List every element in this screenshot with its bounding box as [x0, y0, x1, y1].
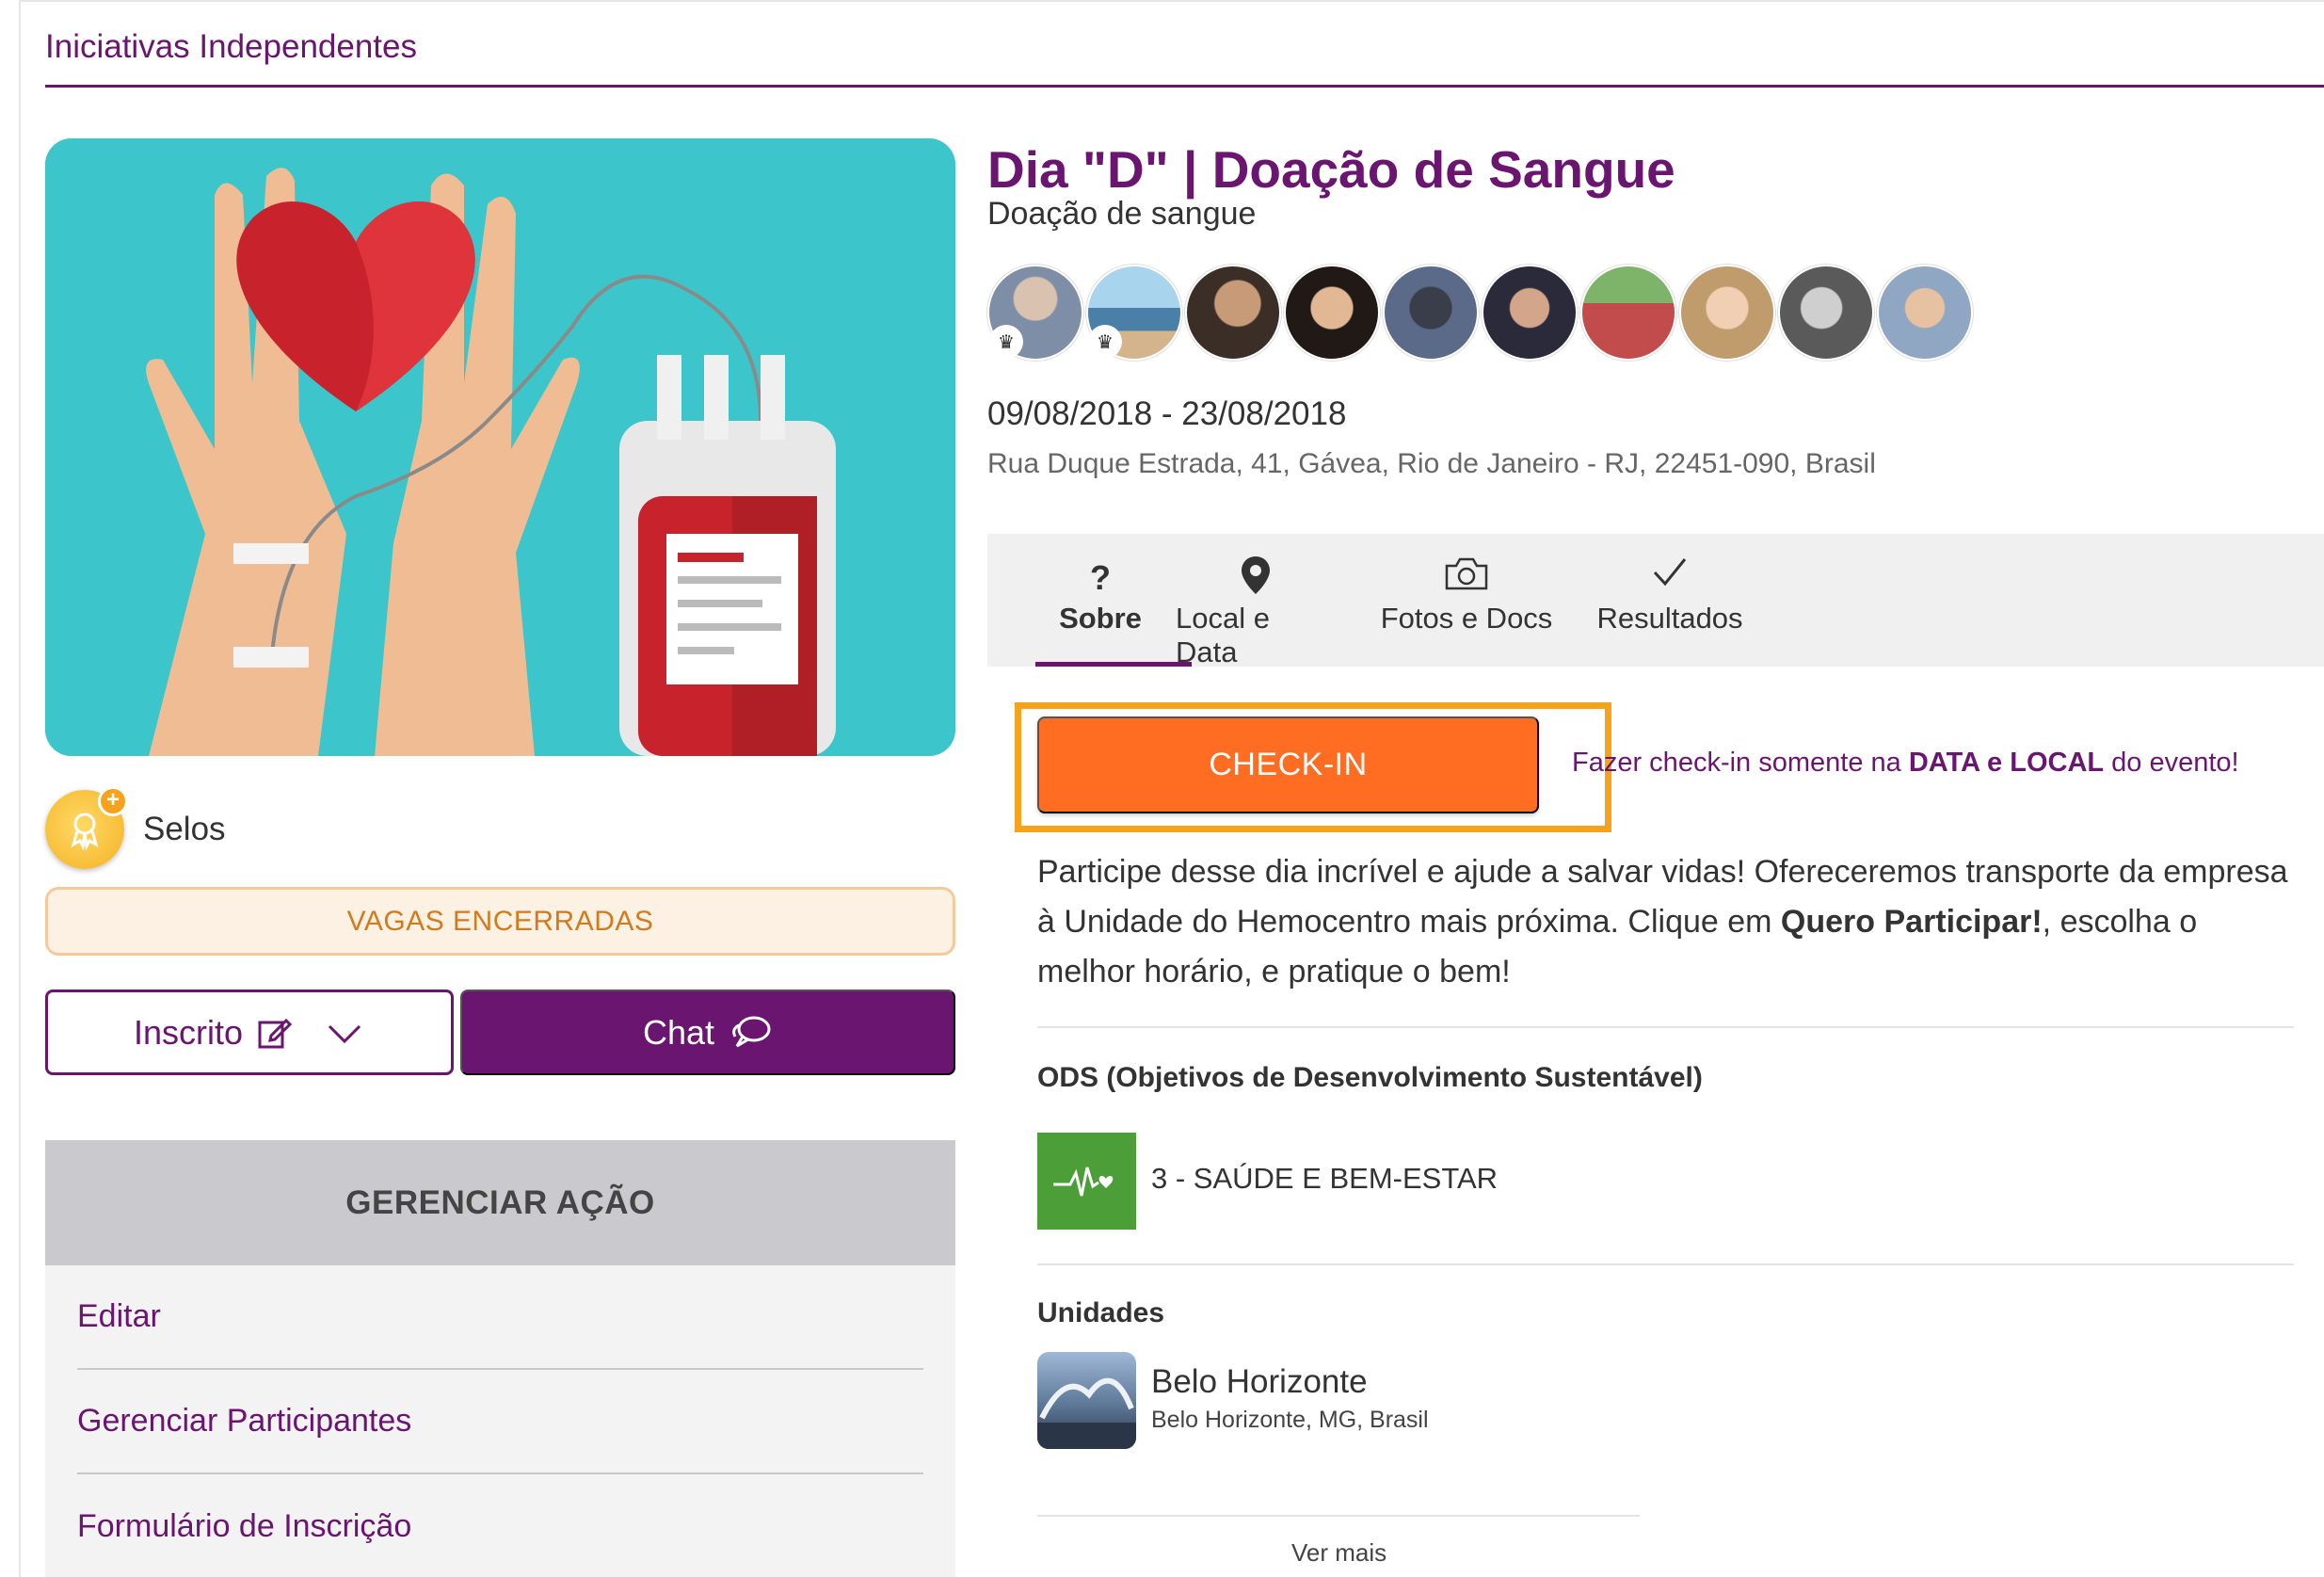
- gerenciar-participantes-link[interactable]: Gerenciar Participantes: [77, 1370, 923, 1474]
- active-tab-indicator: [1035, 662, 1192, 667]
- ods-heading: ODS (Objetivos de Desenvolvimento Susten…: [1037, 1062, 1703, 1093]
- tab-label: Fotos e Docs: [1380, 602, 1553, 635]
- inscrito-dropdown-button[interactable]: Inscrito: [45, 990, 454, 1075]
- award-ribbon-icon: [71, 813, 99, 850]
- breadcrumb-title[interactable]: Iniciativas Independentes: [45, 28, 417, 66]
- heartbeat-icon: [1037, 1133, 1136, 1230]
- tab-label: Sobre: [1059, 602, 1142, 635]
- event-tabs: ? Sobre Local e Data Fotos e Docs Result…: [987, 534, 2324, 669]
- avatar[interactable]: [1580, 265, 1676, 361]
- section-divider: [1037, 1026, 2294, 1028]
- badge-icon[interactable]: +: [45, 786, 128, 869]
- ver-mais-link[interactable]: Ver mais: [1291, 1538, 1386, 1568]
- crown-icon: ♛: [989, 325, 1023, 359]
- tab-fotos-e-docs[interactable]: Fotos e Docs: [1377, 555, 1556, 636]
- tab-label: Local e Data: [1176, 602, 1270, 668]
- ods-item-label: 3 - SAÚDE E BEM-ESTAR: [1151, 1162, 1499, 1195]
- edit-icon: [258, 1018, 293, 1048]
- event-subtitle: Doação de sangue: [987, 196, 1257, 232]
- avatar[interactable]: [1185, 265, 1281, 361]
- avatar[interactable]: [1284, 265, 1380, 361]
- event-hero-image: [45, 138, 955, 756]
- blood-donation-illustration: [45, 138, 955, 756]
- tab-sobre[interactable]: ? Sobre: [1044, 555, 1157, 636]
- avatar[interactable]: [1778, 265, 1874, 361]
- add-badge-icon[interactable]: +: [98, 786, 128, 816]
- avatar[interactable]: ♛: [1086, 265, 1182, 361]
- section-divider: [1037, 1263, 2294, 1265]
- unidades-heading: Unidades: [1037, 1297, 1165, 1328]
- tab-label: Resultados: [1596, 602, 1743, 635]
- event-title: Dia "D" | Doação de Sangue: [987, 140, 1675, 199]
- vagas-encerradas-banner: VAGAS ENCERRADAS: [45, 887, 955, 956]
- unit-thumbnail[interactable]: [1037, 1352, 1136, 1449]
- crown-icon: ♛: [1088, 325, 1122, 359]
- checkmark-icon: [1651, 555, 1689, 602]
- event-dates: 09/08/2018 - 23/08/2018: [987, 395, 1347, 432]
- question-mark-icon: ?: [1090, 558, 1111, 597]
- checkin-note: Fazer check-in somente na DATA e LOCAL d…: [1572, 748, 2239, 778]
- editar-link[interactable]: Editar: [77, 1265, 923, 1370]
- chat-bubbles-icon: [732, 1016, 771, 1047]
- header-divider: [45, 85, 2324, 88]
- camera-icon: [1443, 555, 1490, 602]
- selos-section[interactable]: + Selos: [45, 786, 226, 871]
- unit-name[interactable]: Belo Horizonte: [1151, 1363, 1368, 1401]
- tab-local-e-data[interactable]: Local e Data: [1176, 555, 1336, 669]
- avatar[interactable]: [1877, 265, 1973, 361]
- selos-label: Selos: [143, 811, 226, 847]
- event-address: Rua Duque Estrada, 41, Gávea, Rio de Jan…: [987, 448, 1876, 479]
- inscrito-label: Inscrito: [133, 1012, 244, 1052]
- avatar[interactable]: [1383, 265, 1479, 361]
- section-divider: [1037, 1515, 1640, 1517]
- avatar[interactable]: [1679, 265, 1775, 361]
- chat-button[interactable]: Chat: [460, 990, 955, 1075]
- checkin-button[interactable]: CHECK-IN: [1037, 716, 1539, 813]
- unit-location: Belo Horizonte, MG, Brasil: [1151, 1407, 1429, 1433]
- tab-resultados[interactable]: Resultados: [1590, 555, 1750, 636]
- formulario-inscricao-link[interactable]: Formulário de Inscrição: [77, 1474, 923, 1577]
- event-description: Participe desse dia incrível e ajude a s…: [1037, 854, 2288, 990]
- participant-avatars: ♛ ♛: [987, 265, 1976, 362]
- chevron-down-icon: [328, 1024, 361, 1043]
- avatar[interactable]: ♛: [987, 265, 1083, 361]
- avatar[interactable]: [1482, 265, 1578, 361]
- gerenciar-acao-panel: GERENCIAR AÇÃO Editar Gerenciar Particip…: [45, 1140, 955, 1577]
- chat-label: Chat: [642, 1012, 715, 1052]
- map-pin-icon: [1240, 555, 1272, 602]
- gerenciar-acao-heading: GERENCIAR AÇÃO: [45, 1140, 955, 1265]
